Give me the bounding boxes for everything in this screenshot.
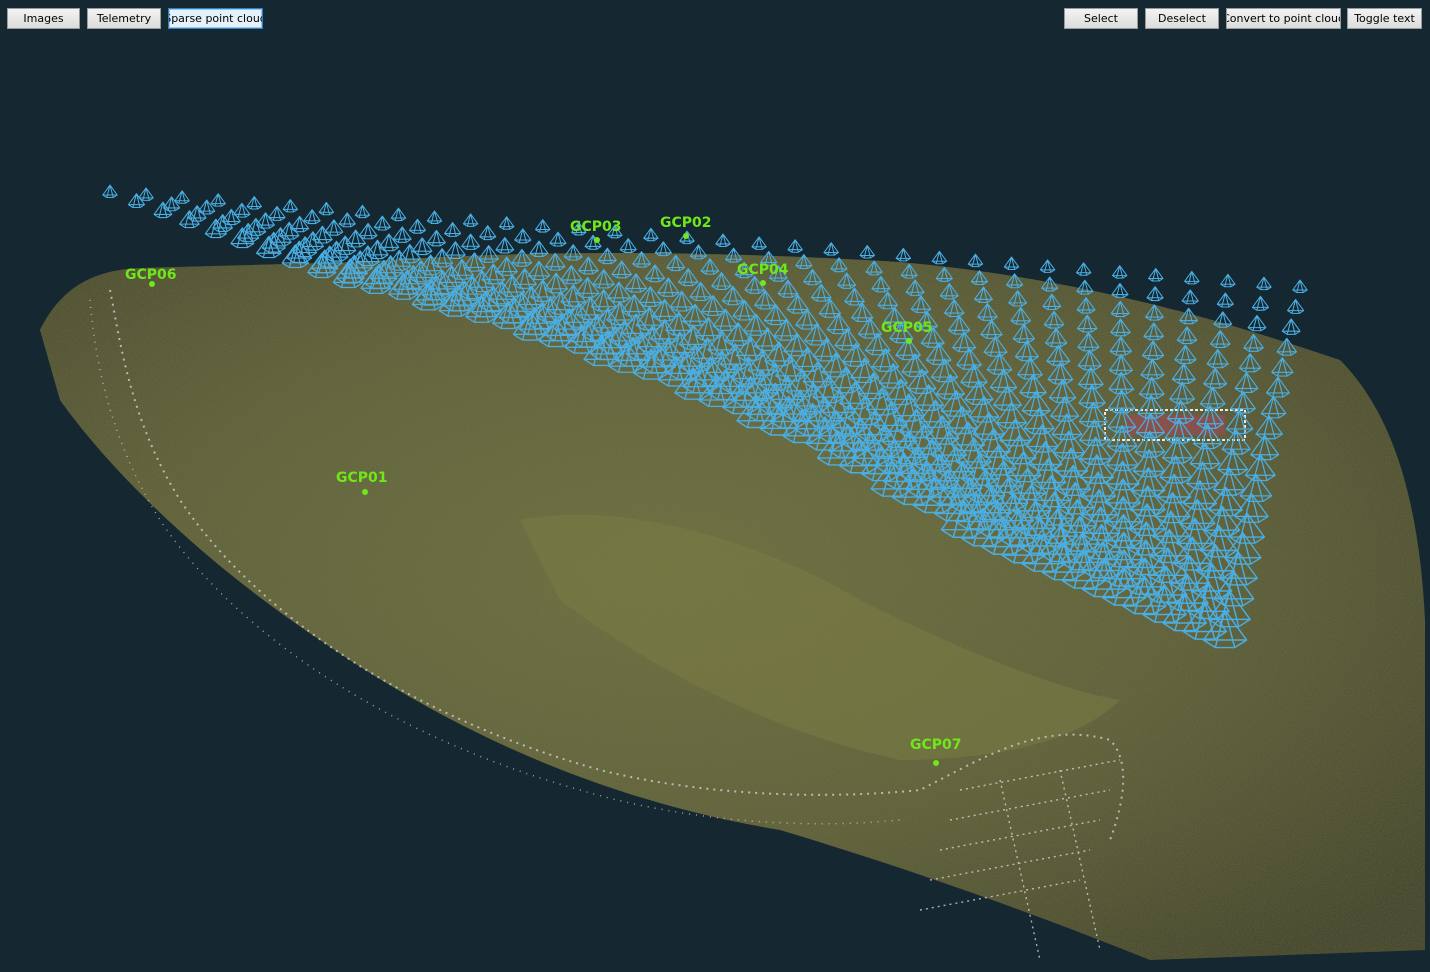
gcp-label: GCP05 [881,320,933,336]
camera-frustum[interactable] [358,222,378,240]
camera-frustum[interactable] [1148,268,1164,282]
camera-frustum[interactable] [1003,256,1020,271]
camera-frustum[interactable] [127,193,146,209]
telemetry-button[interactable]: Telemetry [87,8,161,29]
camera-frustum[interactable] [138,187,154,201]
camera-frustum[interactable] [461,233,481,250]
camera-frustum[interactable] [427,229,446,247]
camera-frustum[interactable] [1292,279,1308,294]
camera-frustum[interactable] [823,242,839,256]
camera-frustum[interactable] [931,250,948,265]
toggle-text-button[interactable]: Toggle text [1347,8,1422,29]
gcp-label: GCP01 [336,470,388,486]
camera-frustum[interactable] [163,196,181,212]
gcp-label: GCP03 [570,219,622,235]
camera-frustum[interactable] [549,231,567,247]
camera-frustum[interactable] [256,212,275,229]
camera-frustum[interactable] [1247,314,1267,332]
camera-frustum[interactable] [1039,259,1056,273]
camera-frustum[interactable] [268,205,286,221]
camera-frustum[interactable] [462,213,479,227]
camera-frustum[interactable] [514,228,532,244]
gcp-label: GCP06 [125,267,177,283]
camera-frustum[interactable] [751,236,767,250]
camera-frustum[interactable] [210,193,226,207]
camera-frustum[interactable] [498,216,515,230]
3d-viewport[interactable]: GCP01 GCP02 GCP03 GCP04 GCP05 GCP06 GCP0… [0,0,1430,972]
camera-frustum[interactable] [102,184,118,199]
camera-frustum[interactable] [373,215,391,231]
camera-frustum[interactable] [303,209,321,225]
camera-frustum[interactable] [1287,298,1305,314]
camera-frustum[interactable] [643,227,659,242]
camera-frustum[interactable] [445,241,466,260]
sparse-point-cloud-button[interactable]: Sparse point cloud [168,8,263,29]
camera-frustum[interactable] [619,238,637,253]
camera-frustum[interactable] [1220,273,1236,288]
camera-frustum[interactable] [1281,318,1301,335]
camera-frustum[interactable] [535,219,551,233]
camera-frustum[interactable] [174,190,190,204]
camera-frustum[interactable] [345,229,366,248]
camera-frustum[interactable] [444,221,462,237]
camera-frustum[interactable] [787,239,803,253]
camera-frustum[interactable] [1216,292,1234,308]
camera-frustum[interactable] [354,204,371,219]
camera-frustum[interactable] [1146,286,1164,302]
camera-frustum[interactable] [895,247,912,262]
gcp-label: GCP02 [660,215,712,231]
camera-frustum[interactable] [282,198,299,213]
camera-frustum[interactable] [967,253,984,268]
camera-frustum[interactable] [246,196,262,210]
camera-frustum[interactable] [1251,295,1270,311]
camera-frustum[interactable] [479,225,497,241]
camera-frustum[interactable] [392,226,412,243]
camera-frustum[interactable] [1075,262,1092,276]
gcp-label: GCP07 [910,737,962,753]
camera-frustum[interactable] [1111,282,1129,298]
gcp-label: GCP04 [737,262,789,278]
camera-frustum[interactable] [1256,276,1272,291]
camera-frustum[interactable] [715,233,731,247]
camera-frustum[interactable] [338,212,356,228]
images-button[interactable]: Images [7,8,80,29]
camera-frustum[interactable] [1181,289,1199,305]
camera-frustum[interactable] [1184,270,1200,285]
camera-frustum[interactable] [859,245,875,259]
convert-to-point-cloud-button[interactable]: Convert to point cloud [1226,8,1341,29]
camera-frustum[interactable] [426,210,443,224]
gcp-marker[interactable]: GCP02 [660,215,712,239]
camera-frustum[interactable] [1111,265,1128,279]
camera-frustum[interactable] [390,207,407,222]
camera-frustum[interactable] [408,218,427,234]
deselect-button[interactable]: Deselect [1145,8,1219,29]
gcp-marker[interactable]: GCP03 [570,219,622,243]
camera-frustum[interactable] [318,201,335,216]
select-button[interactable]: Select [1064,8,1138,29]
camera-frustum[interactable] [495,237,515,254]
